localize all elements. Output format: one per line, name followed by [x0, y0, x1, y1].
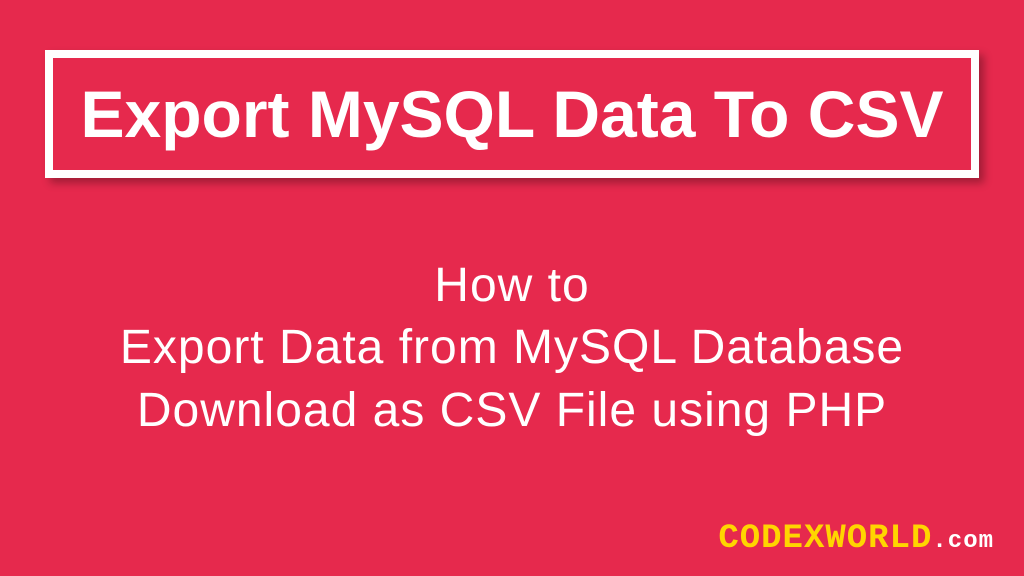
main-title: Export MySQL Data To CSV: [73, 76, 951, 152]
subtitle-container: How to Export Data from MySQL Database D…: [0, 255, 1024, 442]
subtitle-line-3: Download as CSV File using PHP: [0, 380, 1024, 442]
watermark-domain: .com: [932, 528, 994, 555]
watermark-brand: CODEXWORLD: [718, 520, 932, 558]
subtitle-line-1: How to: [0, 255, 1024, 317]
watermark: CODEXWORLD.com: [718, 517, 994, 558]
title-box: Export MySQL Data To CSV: [45, 50, 979, 178]
subtitle-line-2: Export Data from MySQL Database: [0, 317, 1024, 379]
